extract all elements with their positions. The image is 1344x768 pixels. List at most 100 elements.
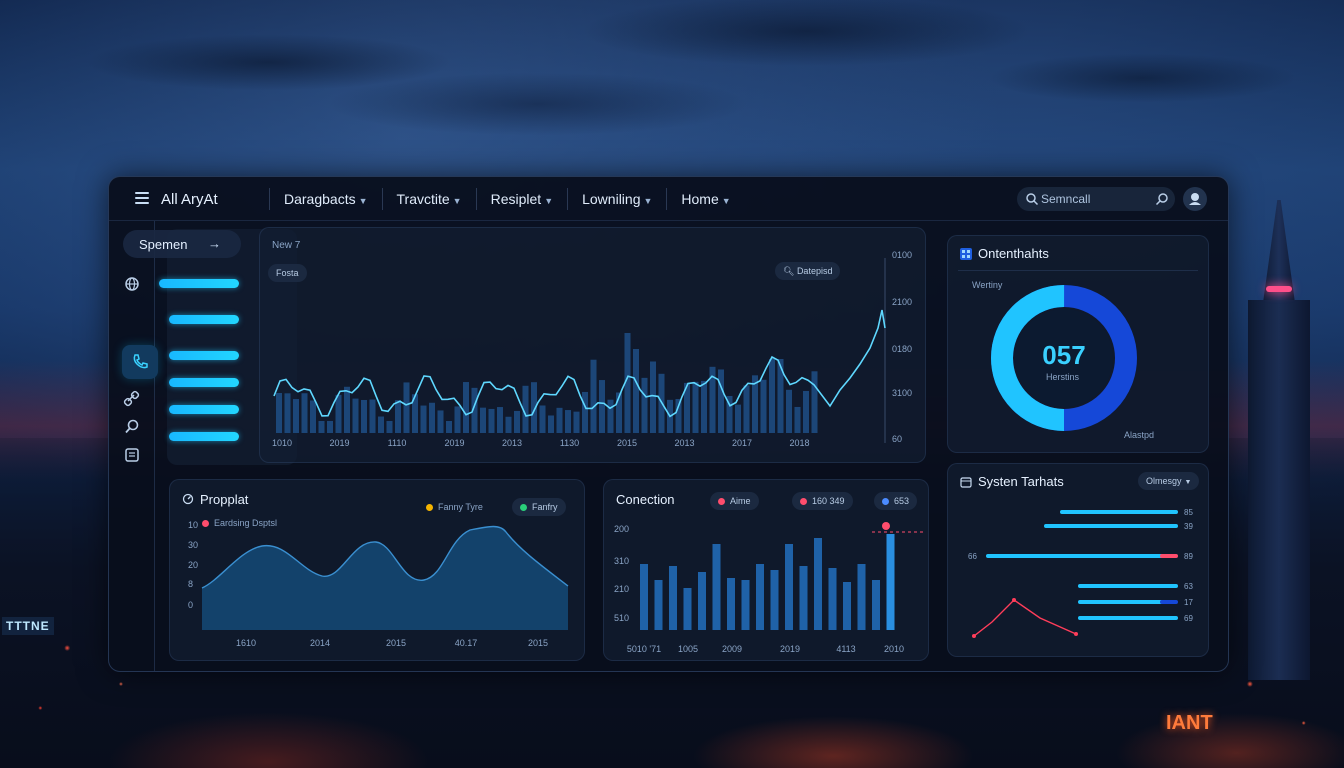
y-tick-label: 310 — [614, 556, 629, 566]
bar — [857, 564, 866, 630]
chevron-down-icon: ▼ — [721, 196, 731, 206]
user-avatar-button[interactable] — [1183, 187, 1207, 211]
row-value: 17 — [1184, 598, 1193, 607]
main-line-chart: 0100 2100 0180 3100 60 1010 2019 1110 2019 2013 11… — [272, 250, 912, 448]
chart-bar — [573, 411, 580, 433]
sidebar-rail — [109, 221, 158, 671]
sidebar-item-bar[interactable] — [169, 432, 239, 441]
chart-bar — [395, 400, 401, 433]
row-value: 63 — [1184, 582, 1193, 591]
search-submit-icon[interactable] — [1155, 192, 1169, 206]
donut-caption: Herstins — [1046, 372, 1080, 382]
donut-footer: Alastpd — [1124, 430, 1155, 440]
chart-bar — [556, 407, 563, 433]
arrow-right-icon: → — [208, 236, 221, 251]
hamburger-menu-icon[interactable] — [135, 192, 149, 204]
x-tick-label: 2019 — [780, 644, 800, 654]
y-tick-label: 3100 — [892, 388, 912, 398]
chart-bar — [565, 410, 571, 433]
y-tick-label: 210 — [614, 584, 629, 594]
donut-value: 057 — [1042, 340, 1086, 370]
row-label: 66 — [968, 552, 977, 561]
trend-point — [1012, 598, 1016, 602]
top-bar: All AryAt Daragbacts ▼ Travctite ▼ Resiple… — [109, 177, 1228, 221]
trend-line — [973, 599, 1077, 637]
bar — [785, 544, 793, 630]
bar — [640, 564, 648, 630]
x-tick-label: 2010 — [884, 644, 904, 654]
user-icon — [1189, 193, 1201, 205]
chart-bar — [488, 408, 495, 433]
sidebar-item-bar[interactable] — [159, 279, 239, 288]
chart-bar — [429, 402, 435, 433]
x-tick-label: 2019 — [329, 438, 349, 448]
row-value: 39 — [1184, 522, 1193, 531]
chart-bar — [420, 405, 427, 433]
sidebar-item-phone[interactable] — [122, 345, 158, 379]
bar-chart: 200 310 210 510 5010 '71 1005 2009 2019 4113 2010 — [614, 522, 924, 654]
nav-item-travctite[interactable]: Travctite ▼ — [381, 188, 476, 210]
document-icon[interactable] — [122, 445, 142, 465]
search-icon[interactable] — [122, 417, 142, 437]
area-chart: 10 30 20 8 0 1610 2014 2015 40.17 2015 — [188, 520, 569, 648]
nav-item-home[interactable]: Home ▼ — [666, 188, 744, 210]
bar — [698, 572, 706, 630]
nav-item-resiplet[interactable]: Resiplet ▼ — [475, 188, 568, 210]
chart-bar — [811, 371, 818, 433]
donut-card: Ontenthahts Wertiny 057 Herstins Alastpd — [947, 235, 1209, 453]
row-value: 85 — [1184, 508, 1193, 517]
y-tick-label: 30 — [188, 540, 198, 550]
chart-bar — [760, 379, 767, 433]
y-tick-label: 200 — [614, 524, 629, 534]
city-sign-left: TTTNE — [2, 617, 54, 635]
globe-icon[interactable] — [122, 274, 142, 294]
sidebar-header-button[interactable]: Spemen → — [123, 230, 241, 258]
x-tick-label: 2013 — [502, 438, 522, 448]
chevron-down-icon: ▼ — [544, 196, 554, 206]
y-tick-label: 8 — [188, 579, 193, 589]
chart-bar — [497, 407, 503, 433]
link-icon[interactable] — [122, 389, 142, 409]
targets-chart: 85 39 66 89 63 17 69 — [968, 508, 1193, 638]
chart-bar — [335, 394, 342, 433]
trend-point — [1074, 632, 1078, 636]
x-tick-label: 2014 — [310, 638, 330, 648]
bar — [828, 568, 837, 630]
chart-bar — [386, 421, 393, 433]
x-tick-label: 2018 — [789, 438, 809, 448]
bar — [886, 534, 895, 630]
row-value: 89 — [1184, 552, 1193, 561]
chevron-down-icon: ▼ — [358, 196, 368, 206]
y-tick-label: 0180 — [892, 344, 912, 354]
chart-bar — [327, 420, 333, 433]
bar — [654, 580, 663, 630]
nav-label: Resiplet — [490, 191, 542, 207]
bar — [727, 578, 735, 630]
x-tick-label: 2015 — [386, 638, 406, 648]
chart-bar — [735, 404, 741, 433]
chart-bar — [794, 406, 801, 433]
chart-bar — [378, 416, 384, 433]
chart-bar — [505, 416, 512, 433]
x-tick-label: 1610 — [236, 638, 256, 648]
nav-label: Lowniling — [582, 191, 641, 207]
sidebar-item-bar[interactable] — [169, 315, 239, 324]
bar — [683, 588, 692, 630]
nav-label: Travctite — [396, 191, 450, 207]
chart-bar — [369, 399, 376, 433]
chart-bar — [701, 380, 707, 433]
nav-item-lowniling[interactable]: Lowniling ▼ — [567, 188, 666, 210]
search-input[interactable] — [1041, 189, 1141, 209]
chart-bar — [352, 398, 359, 433]
nav-item-daragbacts[interactable]: Daragbacts ▼ — [269, 188, 382, 210]
bar — [799, 566, 808, 630]
bar — [669, 566, 677, 630]
y-tick-label: 10 — [188, 520, 198, 530]
sidebar-item-bar[interactable] — [169, 351, 239, 360]
chevron-down-icon: ▼ — [452, 196, 462, 206]
search-icon — [1026, 193, 1039, 206]
phone-icon — [133, 354, 148, 369]
chart-bar — [548, 415, 554, 433]
sidebar-item-bar[interactable] — [169, 405, 239, 414]
sidebar-item-bar[interactable] — [169, 378, 239, 387]
